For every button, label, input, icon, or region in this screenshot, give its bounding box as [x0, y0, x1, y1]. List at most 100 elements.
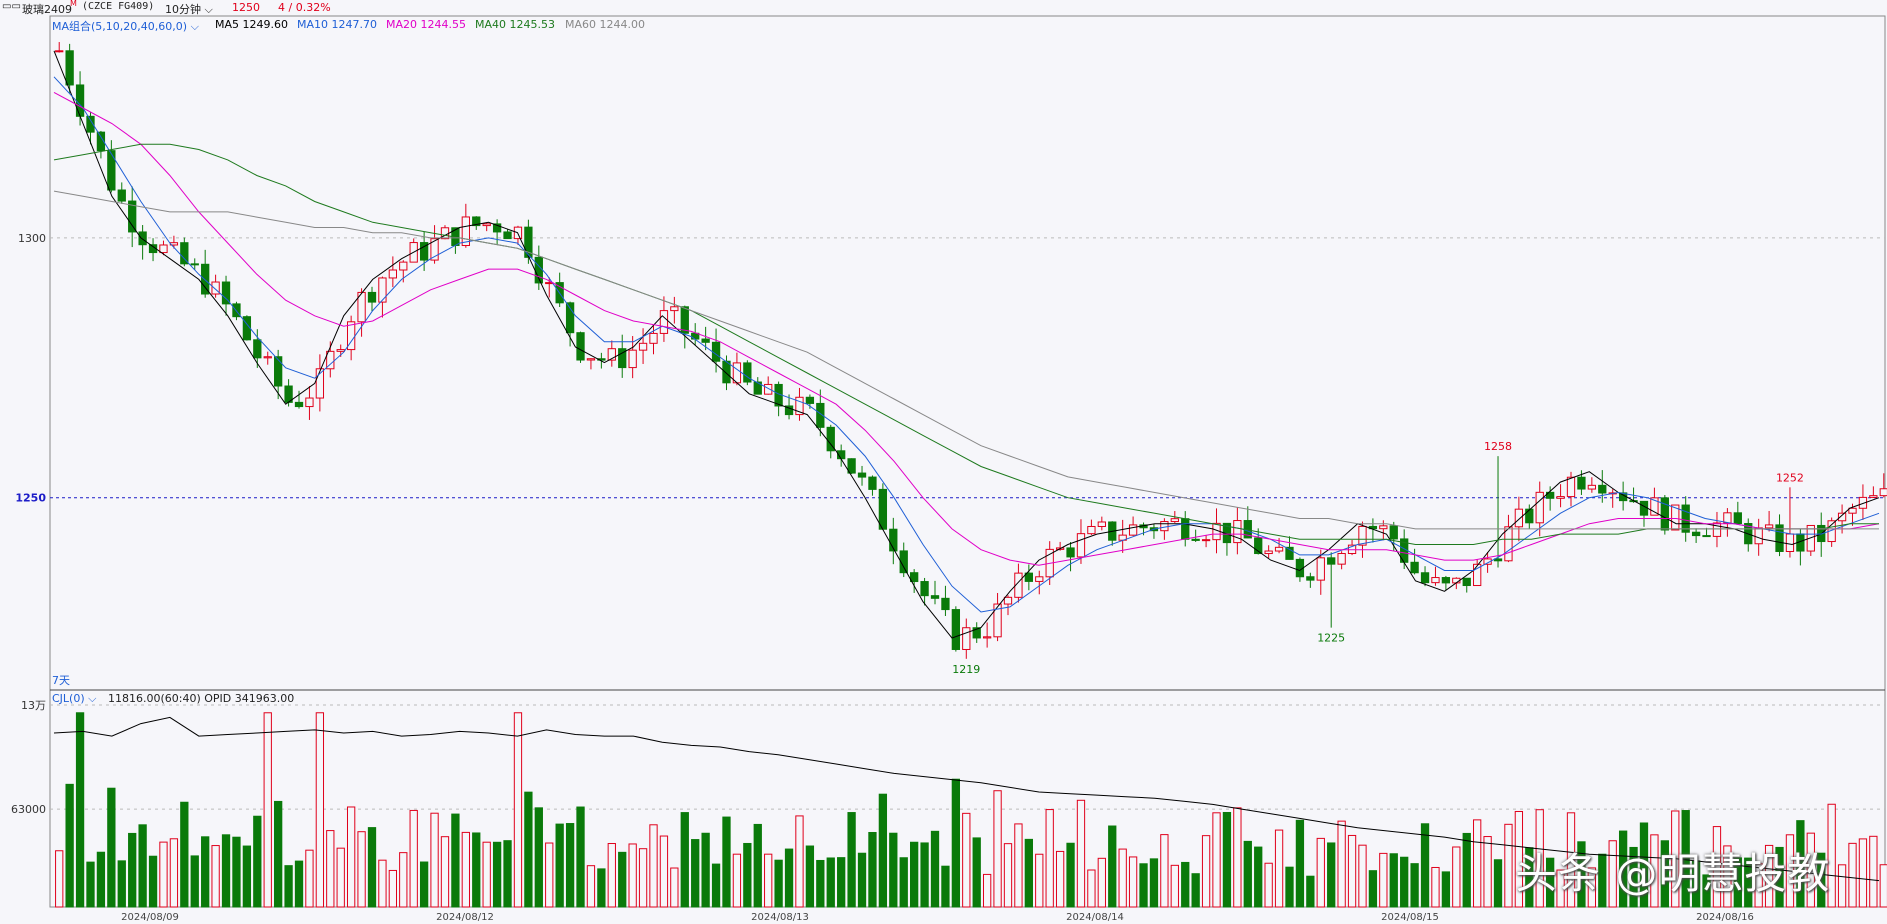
candle-body: [117, 189, 126, 202]
candle-body: [743, 362, 752, 383]
volume-bar: [482, 841, 491, 908]
candle-body: [565, 302, 575, 334]
volume-bar: [659, 835, 669, 908]
volume-indicator-selector[interactable]: CJL(0) ⌵: [52, 692, 96, 706]
candle-body: [1233, 520, 1242, 544]
volume-bar: [930, 830, 940, 908]
candle-body: [75, 84, 85, 117]
extreme-annotation: 1225: [1317, 632, 1345, 645]
period-label: 10分钟: [165, 3, 201, 16]
candle-body: [1691, 531, 1701, 537]
ma10-legend: MA10 1247.70: [297, 18, 378, 31]
volume-bar: [284, 865, 293, 908]
volume-bar: [1462, 832, 1471, 908]
chevron-down-icon: ⌵: [187, 20, 199, 33]
candle-body: [55, 50, 64, 53]
candle-body: [1702, 535, 1711, 538]
volume-bar: [586, 865, 596, 908]
volume-bar: [670, 867, 679, 908]
candle-body: [659, 310, 669, 334]
candle-body: [857, 472, 867, 478]
volume-bar: [1368, 870, 1378, 908]
volume-bar: [336, 847, 345, 908]
volume-bar: [962, 812, 971, 908]
candle-body: [1160, 521, 1169, 532]
candlestick-chart[interactable]: 1300 1250 13万 63000 2024/08/09 2024/08/12 2024…: [0, 0, 1887, 924]
volume-bar: [795, 815, 804, 908]
range-label: 7天: [52, 674, 70, 687]
volume-bar: [1441, 871, 1451, 908]
candle-body: [962, 627, 971, 650]
volume-bar: [190, 855, 199, 908]
volume-bar: [472, 832, 481, 908]
window-restore-icon[interactable]: ▭▭: [2, 1, 21, 12]
candle-body: [1525, 508, 1534, 524]
candle-body: [951, 609, 961, 650]
volume-tick-label: 13万: [21, 699, 46, 712]
candle-body: [701, 338, 710, 343]
volume-bar: [1264, 862, 1273, 908]
volume-bar: [816, 859, 825, 908]
volume-bar: [1327, 842, 1336, 908]
volume-bar: [847, 812, 856, 908]
candle-body: [1514, 508, 1524, 528]
volume-bar: [680, 812, 689, 908]
volume-bar: [805, 845, 815, 908]
candle-body: [1577, 476, 1586, 490]
volume-bar: [75, 712, 85, 908]
x-date-label: 2024/08/13: [751, 912, 809, 923]
candle-body: [274, 356, 283, 387]
volume-bar: [638, 848, 648, 908]
candle-body: [1306, 576, 1315, 581]
candle-body: [1681, 504, 1690, 533]
candle-body: [1410, 561, 1419, 574]
candle-body: [1170, 518, 1179, 523]
candle-body: [1076, 533, 1086, 558]
price-change: 4 / 0.32%: [278, 1, 331, 14]
candle-body: [1639, 500, 1649, 516]
volume-bar: [461, 831, 470, 908]
candle-body: [1785, 533, 1795, 552]
last-price: 1250: [232, 1, 260, 14]
extreme-annotation: 1219: [952, 663, 980, 676]
volume-bar: [96, 851, 106, 908]
volume-bar: [221, 834, 231, 908]
volume-bar: [409, 809, 418, 908]
candle-body: [1420, 572, 1430, 584]
period-selector[interactable]: 10分钟 ⌵: [165, 1, 213, 17]
candle-body: [1097, 521, 1106, 527]
volume-bar: [1504, 823, 1513, 908]
chevron-down-icon: ⌵: [84, 692, 97, 705]
volume-bar: [201, 836, 210, 908]
volume-bar: [305, 849, 314, 908]
volume-bar: [753, 823, 762, 908]
candle-body: [1566, 476, 1576, 498]
volume-bar: [138, 824, 147, 908]
volume-bar: [253, 815, 262, 908]
candle-body: [1035, 576, 1044, 582]
volume-bar: [1055, 850, 1065, 908]
volume-bar: [1848, 842, 1857, 908]
symbol-name: 玻璃2409: [22, 3, 72, 16]
volume-bar: [972, 837, 981, 908]
volume-bar: [555, 823, 564, 908]
volume-bar: [242, 845, 252, 908]
volume-bar: [65, 783, 74, 908]
volume-bar: [1243, 840, 1252, 908]
volume-bar: [1181, 861, 1190, 908]
candle-body: [201, 263, 210, 295]
volume-bar: [1191, 873, 1200, 908]
candle-body: [367, 291, 377, 303]
volume-bar: [774, 859, 783, 908]
candle-body: [1879, 488, 1887, 497]
x-date-label: 2024/08/12: [436, 912, 494, 923]
candle-body: [1191, 538, 1200, 541]
candle-body: [1274, 546, 1284, 552]
ma-group-selector[interactable]: MA组合(5,10,20,40,60,0) ⌵: [52, 18, 199, 34]
candle-body: [1379, 525, 1388, 530]
ma-line-ma10: [53, 76, 1880, 613]
volume-values: 11816.00(60:40) OPID 341963.00: [108, 692, 295, 705]
volume-bar: [1869, 835, 1878, 908]
volume-bar: [451, 813, 460, 908]
volume-bar: [128, 832, 137, 908]
